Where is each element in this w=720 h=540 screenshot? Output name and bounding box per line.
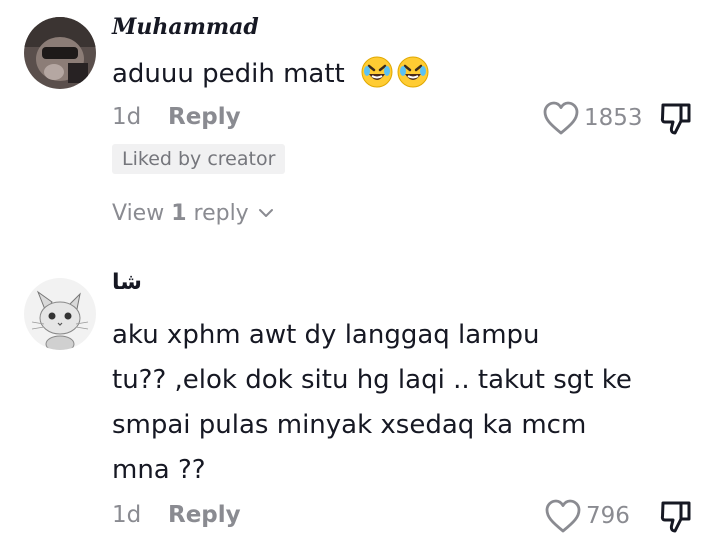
like-button[interactable]: 796	[544, 498, 630, 534]
reply-button[interactable]: Reply	[168, 502, 241, 528]
comment-text-line: mna ??	[112, 455, 206, 485]
view-replies-suffix: reply	[186, 201, 249, 226]
liked-by-creator-badge: Liked by creator	[112, 144, 286, 174]
comment-text-line: tu?? ,elok dok situ hg laqi .. takut sgt…	[112, 365, 632, 395]
heart-icon	[543, 101, 579, 135]
rolling-on-floor-laughing-icon	[361, 56, 393, 88]
rolling-on-floor-laughing-icon	[397, 56, 429, 88]
dislike-icon[interactable]	[658, 101, 694, 137]
like-count: 796	[586, 503, 630, 529]
user-photo-icon	[24, 17, 96, 89]
comment-text-content: aduuu pedih matt	[112, 59, 345, 89]
comment-1: Muhammad aduuu pedih matt 1d Reply 1853 …	[0, 0, 720, 260]
heart-icon	[545, 499, 581, 533]
avatar[interactable]	[24, 17, 96, 89]
username[interactable]: شا	[112, 270, 142, 295]
view-replies-prefix: View	[112, 201, 172, 226]
comment-text: aduuu pedih matt	[112, 52, 429, 97]
comment-age: 1d	[112, 104, 142, 130]
like-button[interactable]: 1853	[542, 100, 643, 136]
comment-age: 1d	[112, 502, 142, 528]
avatar[interactable]	[24, 278, 96, 350]
chevron-down-icon	[258, 209, 273, 217]
comment-text-line: aku xphm awt dy langgaq lampu	[112, 320, 540, 350]
cat-sketch-avatar-icon	[24, 278, 96, 350]
view-replies-button[interactable]: View 1 reply	[112, 201, 274, 226]
view-replies-count: 1	[171, 201, 187, 226]
comment-text: aku xphm awt dy langgaq lampu tu?? ,elok…	[112, 313, 632, 493]
username[interactable]: Muhammad	[112, 14, 259, 40]
like-count: 1853	[584, 105, 643, 131]
dislike-icon[interactable]	[658, 499, 694, 535]
comment-text-line: smpai pulas minyak xsedaq ka mcm	[112, 410, 587, 440]
comment-2: شا aku xphm awt dy langgaq lampu tu?? ,e…	[0, 260, 720, 540]
reply-button[interactable]: Reply	[168, 104, 241, 130]
